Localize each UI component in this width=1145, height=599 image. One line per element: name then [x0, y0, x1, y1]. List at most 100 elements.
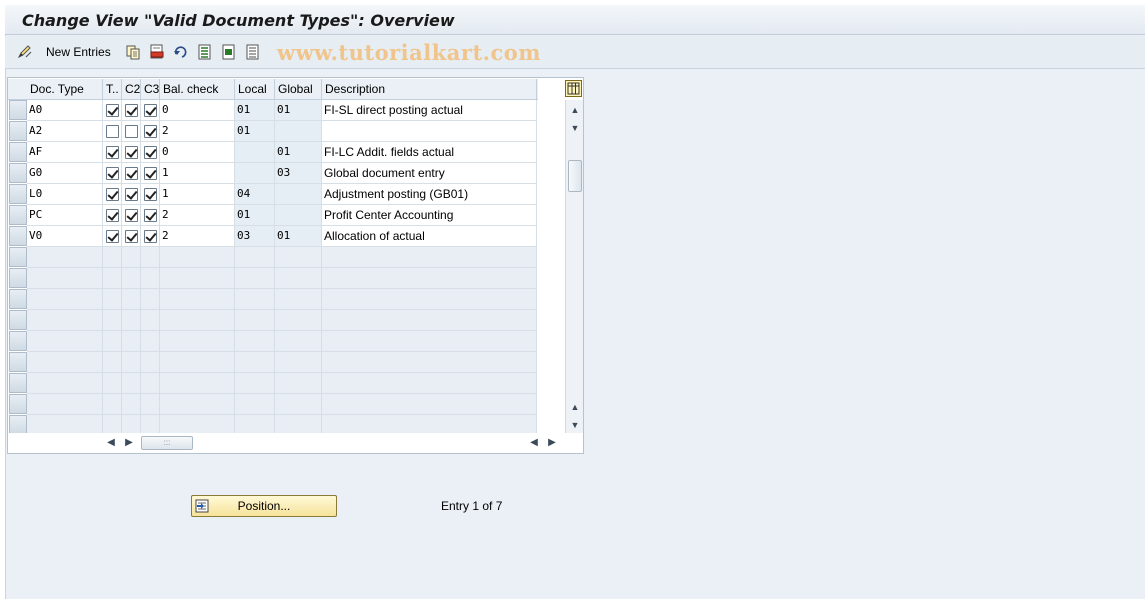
row-selector[interactable]: [9, 310, 27, 330]
select-all-icon[interactable]: [197, 44, 213, 60]
doc-type-cell[interactable]: PC: [27, 205, 103, 226]
column-header[interactable]: Local: [235, 79, 275, 100]
checkbox[interactable]: [106, 230, 119, 243]
row-selector[interactable]: [9, 352, 27, 372]
description-cell[interactable]: Allocation of actual: [322, 226, 537, 247]
row-selector[interactable]: [9, 163, 27, 183]
copy-icon[interactable]: [125, 44, 141, 60]
checkbox[interactable]: [125, 230, 138, 243]
doc-type-cell[interactable]: G0: [27, 163, 103, 184]
description-cell[interactable]: Profit Center Accounting: [322, 205, 537, 226]
checkbox[interactable]: [144, 209, 157, 222]
doc-type-cell[interactable]: V0: [27, 226, 103, 247]
checkbox[interactable]: [144, 230, 157, 243]
scroll-down-icon[interactable]: ▼: [569, 123, 581, 133]
bal-check-cell[interactable]: 0: [160, 100, 235, 121]
local-cell[interactable]: 01: [235, 121, 275, 142]
row-selector[interactable]: [9, 289, 27, 309]
row-selector[interactable]: [9, 394, 27, 414]
local-cell[interactable]: 01: [235, 100, 275, 121]
description-cell[interactable]: Global document entry: [322, 163, 537, 184]
checkbox[interactable]: [125, 209, 138, 222]
bal-check-cell[interactable]: 1: [160, 184, 235, 205]
select-block-icon[interactable]: [221, 44, 237, 60]
vertical-scroll-thumb[interactable]: [568, 160, 582, 192]
checkbox[interactable]: [144, 104, 157, 117]
horizontal-scroll-thumb[interactable]: :::: [141, 436, 193, 450]
local-cell[interactable]: [235, 142, 275, 163]
description-cell[interactable]: FI-LC Addit. fields actual: [322, 142, 537, 163]
row-selector[interactable]: [9, 100, 27, 120]
bal-check-cell[interactable]: 2: [160, 226, 235, 247]
global-cell[interactable]: [275, 184, 322, 205]
description-cell[interactable]: FI-SL direct posting actual: [322, 100, 537, 121]
row-selector[interactable]: [9, 415, 27, 435]
scroll-page-up-icon[interactable]: ▲: [569, 402, 581, 412]
checkbox[interactable]: [125, 104, 138, 117]
local-cell[interactable]: 01: [235, 205, 275, 226]
row-selector[interactable]: [9, 247, 27, 267]
column-header[interactable]: Description: [322, 79, 537, 100]
deselect-all-icon[interactable]: [245, 44, 261, 60]
global-cell[interactable]: 01: [275, 226, 322, 247]
bal-check-cell[interactable]: 0: [160, 142, 235, 163]
checkbox[interactable]: [144, 146, 157, 159]
new-entries-button[interactable]: New Entries: [46, 44, 111, 60]
checkbox[interactable]: [106, 146, 119, 159]
checkbox[interactable]: [106, 209, 119, 222]
local-cell[interactable]: [235, 163, 275, 184]
bal-check-cell[interactable]: 2: [160, 121, 235, 142]
scroll-far-left-icon[interactable]: ◀: [529, 437, 539, 449]
checkbox[interactable]: [125, 146, 138, 159]
checkbox[interactable]: [106, 104, 119, 117]
column-header[interactable]: T..: [103, 79, 122, 100]
horizontal-scrollbar[interactable]: ◀ ▶ ::: ◀ ▶: [8, 433, 583, 453]
local-cell[interactable]: 03: [235, 226, 275, 247]
checkbox[interactable]: [144, 167, 157, 180]
scroll-up-icon[interactable]: ▲: [569, 105, 581, 115]
checkbox[interactable]: [144, 125, 157, 138]
checkbox[interactable]: [125, 125, 138, 138]
global-cell[interactable]: 03: [275, 163, 322, 184]
row-selector[interactable]: [9, 268, 27, 288]
scroll-far-right-icon[interactable]: ▶: [547, 437, 557, 449]
bal-check-cell[interactable]: 1: [160, 163, 235, 184]
row-selector[interactable]: [9, 184, 27, 204]
row-selector[interactable]: [9, 142, 27, 162]
row-selector[interactable]: [9, 121, 27, 141]
row-selector[interactable]: [9, 205, 27, 225]
checkbox[interactable]: [106, 167, 119, 180]
row-selector[interactable]: [9, 226, 27, 246]
table-settings-icon[interactable]: [565, 80, 582, 97]
local-cell[interactable]: 04: [235, 184, 275, 205]
column-header[interactable]: Doc. Type: [27, 79, 103, 100]
checkbox[interactable]: [106, 125, 119, 138]
bal-check-cell[interactable]: 2: [160, 205, 235, 226]
doc-type-cell[interactable]: AF: [27, 142, 103, 163]
column-header[interactable]: C2: [122, 79, 141, 100]
undo-icon[interactable]: [173, 44, 189, 60]
vertical-scrollbar[interactable]: ▲ ▼ ▲ ▼: [565, 100, 583, 433]
global-cell[interactable]: 01: [275, 142, 322, 163]
scroll-page-down-icon[interactable]: ▼: [569, 420, 581, 430]
doc-type-cell[interactable]: A0: [27, 100, 103, 121]
global-cell[interactable]: [275, 205, 322, 226]
scroll-right-icon[interactable]: ▶: [124, 437, 134, 449]
scroll-left-icon[interactable]: ◀: [106, 437, 116, 449]
global-cell[interactable]: [275, 121, 322, 142]
doc-type-cell[interactable]: L0: [27, 184, 103, 205]
doc-type-cell[interactable]: A2: [27, 121, 103, 142]
global-cell[interactable]: 01: [275, 100, 322, 121]
column-header[interactable]: Bal. check: [160, 79, 235, 100]
position-button[interactable]: Position...: [191, 495, 337, 517]
checkbox[interactable]: [125, 188, 138, 201]
row-selector[interactable]: [9, 373, 27, 393]
description-cell[interactable]: [322, 121, 537, 142]
checkbox[interactable]: [144, 188, 157, 201]
display-change-icon[interactable]: [17, 44, 33, 60]
description-cell[interactable]: Adjustment posting (GB01): [322, 184, 537, 205]
column-header[interactable]: C3: [141, 79, 160, 100]
delete-icon[interactable]: [149, 44, 165, 60]
row-selector[interactable]: [9, 331, 27, 351]
checkbox[interactable]: [125, 167, 138, 180]
